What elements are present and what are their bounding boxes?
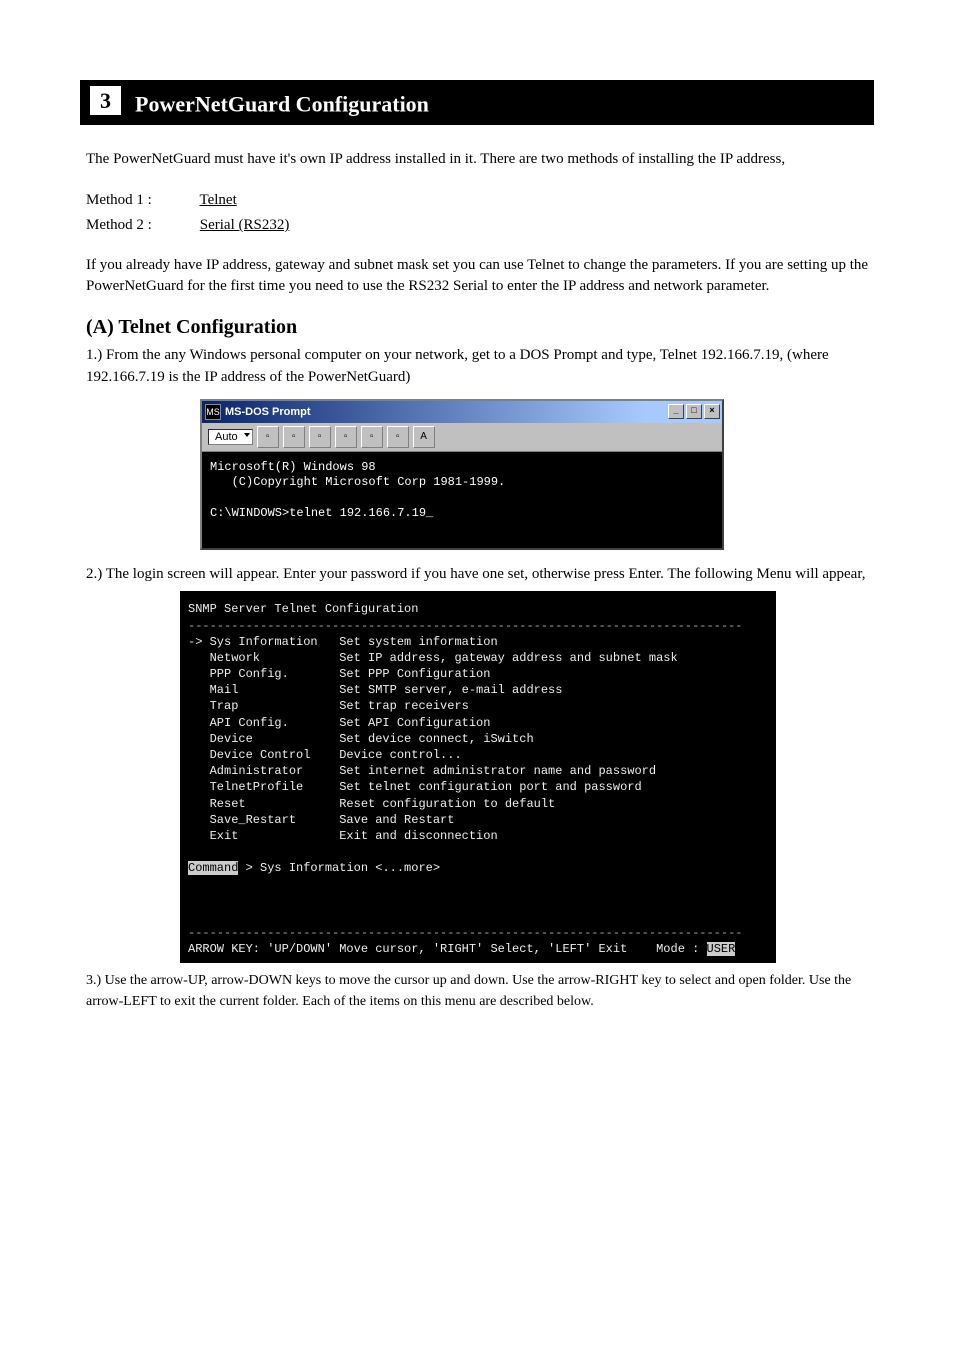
telnet-blank3 bbox=[188, 893, 768, 909]
dos-app-icon: MS bbox=[205, 404, 221, 420]
method1-value: Telnet bbox=[199, 192, 236, 208]
chapter-title: PowerNetGuard Configuration bbox=[135, 91, 429, 116]
telnet-menu-item[interactable]: Device Set device connect, iSwitch bbox=[188, 731, 768, 747]
tool-icon-2[interactable]: ▫ bbox=[283, 426, 305, 448]
tool-icon-6[interactable]: ▫ bbox=[387, 426, 409, 448]
dos-titlebar: MS MS-DOS Prompt _ □ × bbox=[202, 401, 722, 423]
telnet-menu-item[interactable]: Mail Set SMTP server, e-mail address bbox=[188, 682, 768, 698]
section-a-heading: (A) Telnet Configuration bbox=[86, 316, 868, 339]
telnet-menu-item[interactable]: Trap Set trap receivers bbox=[188, 698, 768, 714]
tool-icon-7[interactable]: A bbox=[413, 426, 435, 448]
telnet-divider-top: ----------------------------------------… bbox=[188, 618, 768, 634]
chapter-header: 3 PowerNetGuard Configuration bbox=[80, 80, 874, 125]
telnet-menu: -> Sys Information Set system informatio… bbox=[188, 634, 768, 844]
telnet-menu-item[interactable]: -> Sys Information Set system informatio… bbox=[188, 634, 768, 650]
telnet-menu-item[interactable]: Device Control Device control... bbox=[188, 747, 768, 763]
telnet-footer: ARROW KEY: 'UP/DOWN' Move cursor, 'RIGHT… bbox=[188, 941, 768, 957]
telnet-blank2 bbox=[188, 877, 768, 893]
mode-value: USER bbox=[707, 942, 736, 956]
step3-text: 3.) Use the arrow-UP, arrow-DOWN keys to… bbox=[86, 971, 868, 1012]
telnet-menu-item[interactable]: Network Set IP address, gateway address … bbox=[188, 650, 768, 666]
telnet-menu-item[interactable]: API Config. Set API Configuration bbox=[188, 715, 768, 731]
dos-window: MS MS-DOS Prompt _ □ × Auto ▫ ▫ ▫ ▫ ▫ ▫ … bbox=[200, 399, 724, 550]
dos-toolbar: Auto ▫ ▫ ▫ ▫ ▫ ▫ A bbox=[202, 423, 722, 452]
telnet-menu-item[interactable]: Exit Exit and disconnection bbox=[188, 828, 768, 844]
telnet-blank bbox=[188, 844, 768, 860]
maximize-icon[interactable]: □ bbox=[686, 404, 702, 419]
telnet-menu-item[interactable]: Reset Reset configuration to default bbox=[188, 796, 768, 812]
telnet-menu-item[interactable]: Save_Restart Save and Restart bbox=[188, 812, 768, 828]
telnet-screen[interactable]: SNMP Server Telnet Configuration -------… bbox=[180, 591, 776, 963]
method2-value: Serial (RS232) bbox=[200, 217, 290, 233]
telnet-menu-item[interactable]: PPP Config. Set PPP Configuration bbox=[188, 666, 768, 682]
telnet-command-line: Command > Sys Information <...more> bbox=[188, 860, 768, 876]
command-label: Command bbox=[188, 861, 238, 875]
footer-keys: ARROW KEY: 'UP/DOWN' Move cursor, 'RIGHT… bbox=[188, 942, 627, 956]
dos-title: MS-DOS Prompt bbox=[225, 406, 666, 418]
methods-list: Method 1 : Telnet Method 2 : Serial (RS2… bbox=[86, 188, 874, 239]
command-text: > Sys Information <...more> bbox=[238, 861, 440, 875]
tool-icon-1[interactable]: ▫ bbox=[257, 426, 279, 448]
description-paragraph: If you already have IP address, gateway … bbox=[86, 255, 868, 299]
minimize-icon[interactable]: _ bbox=[668, 404, 684, 419]
tool-icon-3[interactable]: ▫ bbox=[309, 426, 331, 448]
chapter-number: 3 bbox=[90, 86, 121, 115]
tool-icon-4[interactable]: ▫ bbox=[335, 426, 357, 448]
tool-icon-5[interactable]: ▫ bbox=[361, 426, 383, 448]
telnet-blank4 bbox=[188, 909, 768, 925]
dos-body[interactable]: Microsoft(R) Windows 98 (C)Copyright Mic… bbox=[202, 452, 722, 548]
step2-text: 2.) The login screen will appear. Enter … bbox=[86, 564, 868, 586]
intro-paragraph: The PowerNetGuard must have it's own IP … bbox=[86, 149, 868, 169]
mode-label: Mode : bbox=[656, 942, 706, 956]
method1-label: Method 1 : bbox=[86, 188, 196, 214]
close-icon[interactable]: × bbox=[704, 404, 720, 419]
telnet-menu-item[interactable]: Administrator Set internet administrator… bbox=[188, 763, 768, 779]
font-size-combo[interactable]: Auto bbox=[208, 429, 253, 445]
telnet-divider-bottom: ----------------------------------------… bbox=[188, 925, 768, 941]
telnet-header: SNMP Server Telnet Configuration bbox=[188, 601, 768, 617]
telnet-menu-item[interactable]: TelnetProfile Set telnet configuration p… bbox=[188, 779, 768, 795]
method2-label: Method 2 : bbox=[86, 213, 196, 239]
step1-text: 1.) From the any Windows personal comput… bbox=[86, 345, 868, 389]
